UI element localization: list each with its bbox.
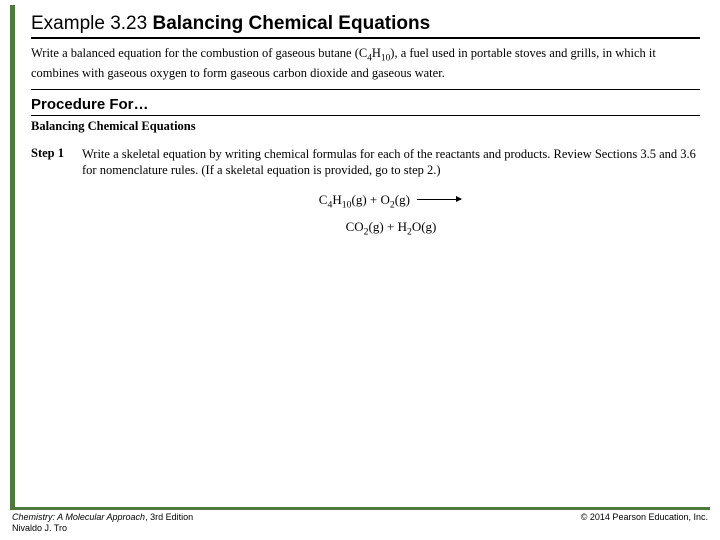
copyright: © 2014 Pearson Education, Inc. <box>581 512 708 535</box>
step-text: Write a skeletal equation by writing che… <box>82 146 700 241</box>
reaction-arrow-icon <box>417 199 461 200</box>
author: Nivaldo J. Tro <box>12 523 67 533</box>
example-number: Example 3.23 <box>31 13 147 34</box>
footer: Chemistry: A Molecular Approach, 3rd Edi… <box>12 512 708 535</box>
step-1: Step 1 Write a skeletal equation by writ… <box>31 146 700 241</box>
footer-left: Chemistry: A Molecular Approach, 3rd Edi… <box>12 512 193 535</box>
book-edition: , 3rd Edition <box>145 512 193 522</box>
problem-statement: Write a balanced equation for the combus… <box>31 45 700 90</box>
slide-title: Example 3.23 Balancing Chemical Equation… <box>31 13 700 39</box>
example-name: Balancing Chemical Equations <box>152 13 430 34</box>
step-label: Step 1 <box>31 146 64 241</box>
procedure-heading: Procedure For… <box>31 96 700 116</box>
slide-content: Example 3.23 Balancing Chemical Equation… <box>10 5 710 510</box>
book-title: Chemistry: A Molecular Approach <box>12 512 145 522</box>
procedure-subheading: Balancing Chemical Equations <box>31 119 700 134</box>
skeletal-equation: C4H10(g) + O2(g) CO2(g) + H2O(g) <box>82 188 700 240</box>
